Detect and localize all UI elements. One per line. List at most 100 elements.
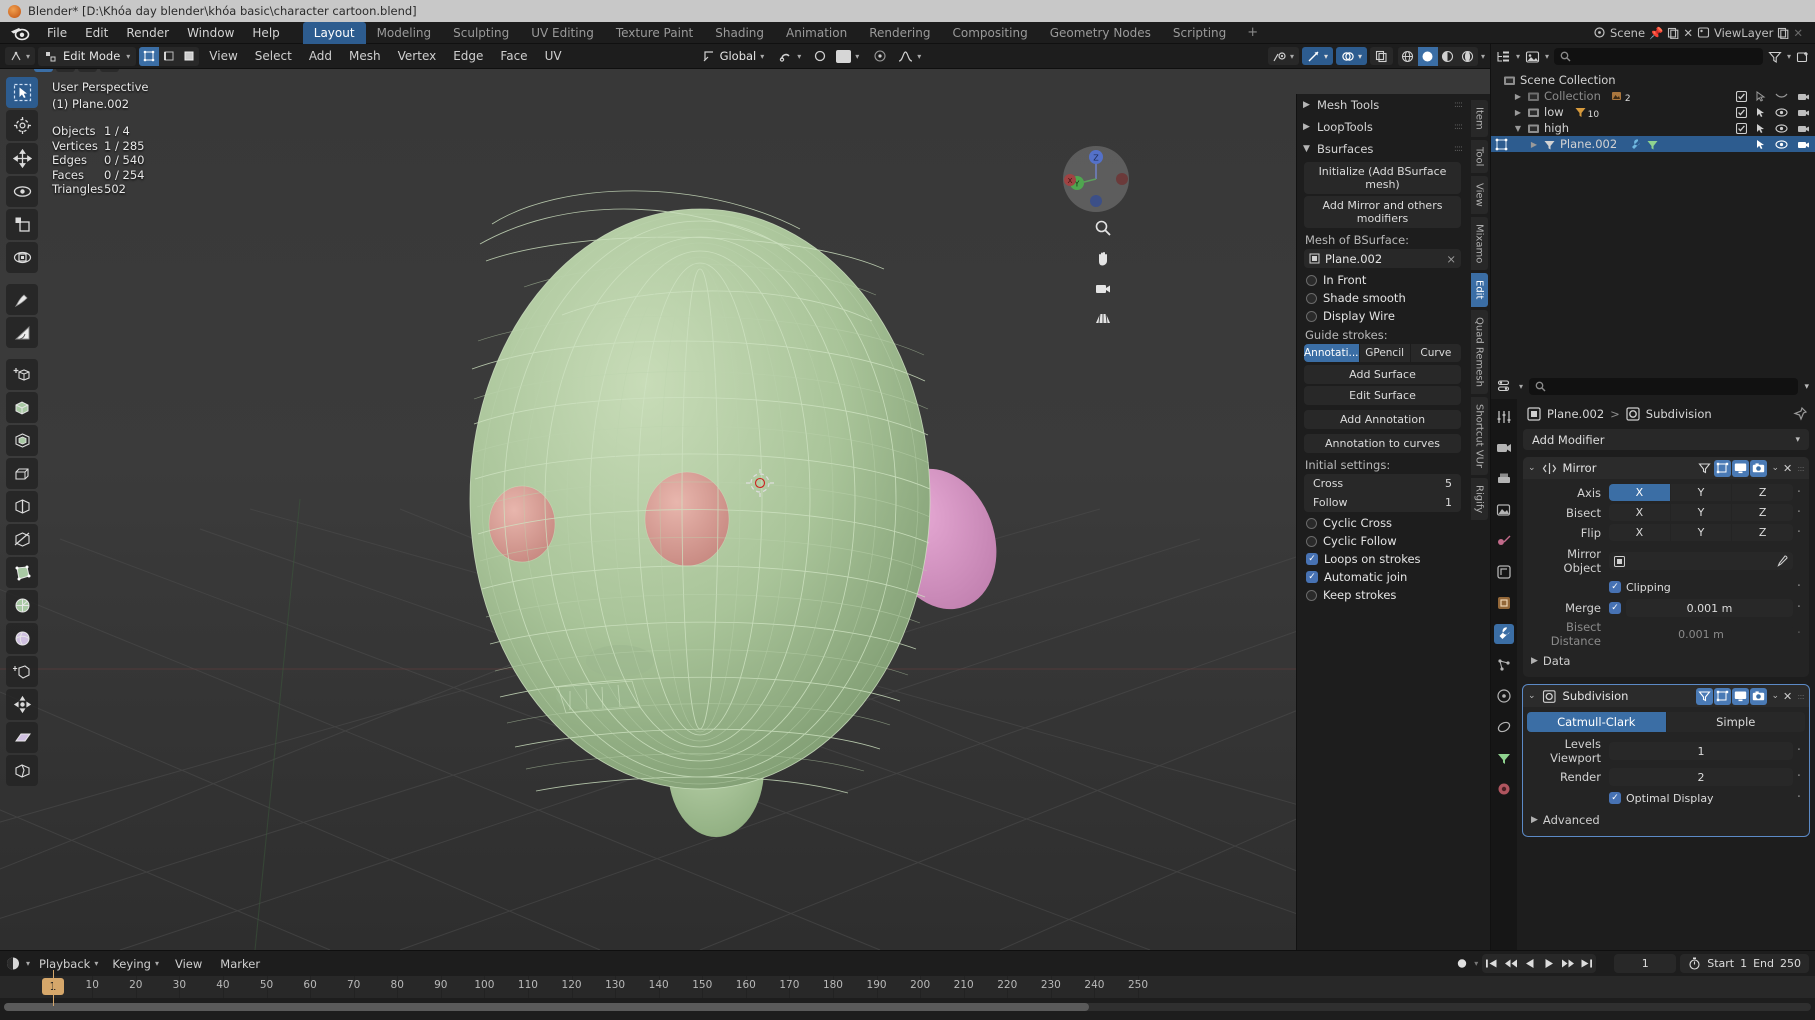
tool-move[interactable]	[6, 143, 38, 174]
gizmo-toggle[interactable]: ▾	[1301, 47, 1333, 65]
jump-to-start-button[interactable]	[1482, 954, 1501, 973]
toggle-loops-on-strokes[interactable]: ✓ Loops on strokes	[1304, 550, 1461, 568]
viewport-3d-canvas[interactable]: User Perspective (1) Plane.002 Objects 1…	[0, 69, 1490, 950]
tool-loop-cut[interactable]	[6, 491, 38, 522]
ntab-mixamo[interactable]: Mixamo	[1470, 216, 1488, 271]
follow-number-field[interactable]: Follow 1	[1304, 493, 1461, 512]
chevron-right-icon[interactable]: ▶	[1513, 92, 1523, 101]
auto-keying-icon[interactable]	[1454, 956, 1470, 971]
scene-name-label[interactable]: Scene	[1610, 26, 1645, 40]
ntab-rigify[interactable]: Rigify	[1470, 477, 1488, 520]
properties-tab-data[interactable]	[1494, 748, 1514, 768]
algorithm-simple[interactable]: Simple	[1666, 712, 1805, 732]
mirror-axis-z[interactable]: Z	[1732, 484, 1794, 501]
timeline-track-area[interactable]	[0, 998, 1815, 1018]
outliner-row-collection[interactable]: ▶ Collection 2	[1491, 88, 1815, 104]
current-frame-field[interactable]: 1	[1614, 954, 1677, 973]
menu-render[interactable]: Render	[117, 23, 178, 43]
checkbox-icon[interactable]	[1736, 106, 1747, 118]
realtime-toggle-icon[interactable]	[1732, 459, 1750, 477]
animate-property-dot[interactable]: ·	[1793, 770, 1805, 783]
chevron-down-icon[interactable]: ▼	[1513, 124, 1523, 133]
modifier-name-mirror[interactable]: Mirror	[1563, 461, 1597, 475]
eyedropper-icon[interactable]	[1776, 555, 1788, 567]
tab-compositing[interactable]: Compositing	[941, 22, 1038, 44]
tool-spin[interactable]	[6, 590, 38, 621]
properties-tab-modifiers[interactable]	[1494, 624, 1514, 644]
tool-transform[interactable]	[6, 242, 38, 273]
camera-icon[interactable]	[1797, 123, 1810, 134]
tool-smooth[interactable]	[6, 623, 38, 654]
properties-tab-object[interactable]	[1494, 593, 1514, 613]
optimal-display-toggle[interactable]: ✓ Optimal Display	[1609, 789, 1793, 807]
jump-to-end-button[interactable]	[1577, 954, 1596, 973]
tool-knife[interactable]	[6, 524, 38, 555]
mirror-object-field[interactable]	[1609, 552, 1793, 570]
hand-icon[interactable]	[1094, 249, 1112, 267]
mirror-bisect-z[interactable]: Z	[1732, 504, 1794, 521]
ntab-view[interactable]: View	[1470, 176, 1488, 214]
ntab-tool[interactable]: Tool	[1470, 139, 1488, 174]
properties-tab-tool[interactable]	[1494, 407, 1514, 427]
solid-shading-icon[interactable]	[1417, 46, 1438, 66]
properties-editor-type-icon[interactable]	[1497, 379, 1513, 394]
chevron-down-icon[interactable]: ⌄	[1528, 463, 1536, 473]
properties-tab-view-layer[interactable]	[1494, 500, 1514, 520]
play-reverse-button[interactable]	[1520, 954, 1539, 973]
cursor-select-icon[interactable]	[1756, 123, 1766, 134]
ntab-item[interactable]: Item	[1470, 100, 1488, 137]
tool-scale[interactable]	[6, 209, 38, 240]
ntab-quad-remesh[interactable]: Quad Remesh	[1470, 309, 1488, 394]
clear-mesh-icon[interactable]: ×	[1446, 252, 1456, 266]
edit-mode-toggle-icon[interactable]	[1714, 687, 1732, 705]
initialize-bsurface-button[interactable]: Initialize (Add BSurface mesh)	[1304, 162, 1461, 194]
viewport-menu-vertex[interactable]: Vertex	[391, 47, 444, 65]
timeline-menu-view[interactable]: View	[168, 955, 209, 973]
timeline-keying-dropdown[interactable]: Keying ▾	[107, 955, 164, 973]
animate-property-dot[interactable]: ·	[1793, 744, 1805, 757]
select-lasso-icon[interactable]	[78, 69, 97, 72]
modifier-wrench-icon[interactable]	[1629, 138, 1642, 151]
add-surface-button[interactable]: Add Surface	[1304, 365, 1461, 384]
timeline-playback-dropdown[interactable]: Playback ▾	[34, 955, 103, 973]
tab-rendering[interactable]: Rendering	[858, 22, 941, 44]
panel-section-mesh-tools[interactable]: ▶ Mesh Tools ::::	[1297, 94, 1468, 116]
new-scene-icon[interactable]	[1667, 27, 1679, 39]
outliner-filter-icon[interactable]	[1768, 50, 1782, 64]
viewport-menu-select[interactable]: Select	[248, 47, 299, 65]
realtime-toggle-icon[interactable]	[1732, 687, 1750, 705]
tool-tweak-select-box[interactable]	[6, 77, 38, 108]
levels-viewport-value[interactable]: 1	[1609, 742, 1793, 760]
face-select-mode-icon[interactable]	[179, 47, 199, 66]
tool-shear[interactable]	[6, 722, 38, 753]
edit-surface-button[interactable]: Edit Surface	[1304, 386, 1461, 405]
mirror-axis-y[interactable]: Y	[1670, 484, 1732, 501]
properties-tab-render[interactable]	[1494, 438, 1514, 458]
toggle-cyclic-follow[interactable]: Cyclic Follow	[1304, 532, 1461, 550]
render-toggle-icon[interactable]	[1750, 459, 1768, 477]
proportional-edit-icon[interactable]	[813, 49, 827, 63]
viewlayer-browse-icon[interactable]	[1697, 26, 1710, 39]
tab-geometry-nodes[interactable]: Geometry Nodes	[1039, 22, 1162, 44]
add-annotation-button[interactable]: Add Annotation	[1304, 410, 1461, 429]
tool-annotate[interactable]	[6, 284, 38, 315]
option-shade-smooth[interactable]: Shade smooth	[1304, 289, 1461, 307]
select-circle-icon[interactable]	[56, 69, 75, 72]
navigation-gizmo[interactable]: Z Y X	[1062, 145, 1130, 213]
mirror-bisect-x[interactable]: X	[1609, 504, 1670, 521]
jump-to-next-keyframe-button[interactable]	[1558, 954, 1577, 973]
option-display-wire[interactable]: Display Wire	[1304, 307, 1461, 325]
edit-mode-toggle-icon[interactable]	[1714, 459, 1732, 477]
tab-sculpting[interactable]: Sculpting	[442, 22, 520, 44]
tool-rip-region[interactable]	[6, 755, 38, 786]
add-modifier-button[interactable]: Add Modifier ▾	[1523, 429, 1809, 450]
play-button[interactable]	[1539, 954, 1558, 973]
tab-shading[interactable]: Shading	[704, 22, 775, 44]
mirror-axis-x[interactable]: X	[1609, 484, 1670, 501]
tool-measure[interactable]	[6, 317, 38, 348]
select-invert-icon[interactable]	[100, 69, 119, 72]
modifier-delete-icon[interactable]: ✕	[1783, 462, 1792, 475]
transform-orientation-label[interactable]: Global	[720, 49, 757, 63]
on-cage-toggle-icon[interactable]	[1696, 460, 1713, 477]
cursor-select-icon[interactable]	[1756, 139, 1766, 150]
